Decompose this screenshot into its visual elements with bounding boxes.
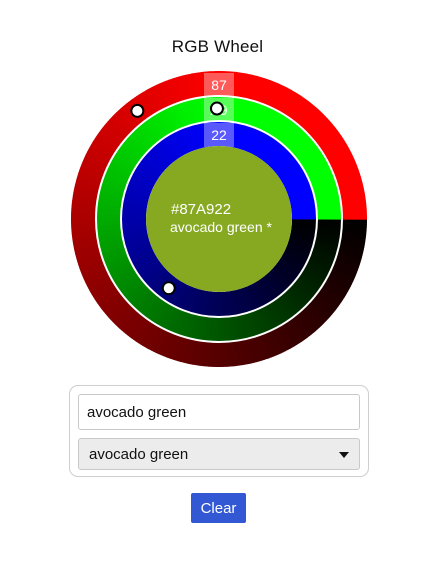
- color-name-label: avocado green *: [170, 219, 273, 235]
- chevron-down-icon: [339, 452, 349, 458]
- page-title: RGB Wheel: [171, 37, 264, 56]
- green-handle[interactable]: [209, 101, 224, 116]
- select-value: avocado green: [89, 445, 189, 463]
- blue-value-label: 22: [211, 127, 227, 143]
- color-name-select[interactable]: avocado green: [78, 438, 360, 470]
- hex-label: #87A922: [171, 201, 231, 218]
- color-form-panel: avocado green: [69, 385, 369, 477]
- clear-button[interactable]: Clear: [191, 493, 246, 523]
- rgb-wheel[interactable]: 87 A9 22 #87A922 avocado green *: [71, 71, 367, 367]
- red-handle[interactable]: [130, 103, 145, 118]
- red-value-label: 87: [211, 77, 227, 93]
- color-name-input[interactable]: [78, 394, 360, 430]
- blue-handle[interactable]: [161, 281, 176, 296]
